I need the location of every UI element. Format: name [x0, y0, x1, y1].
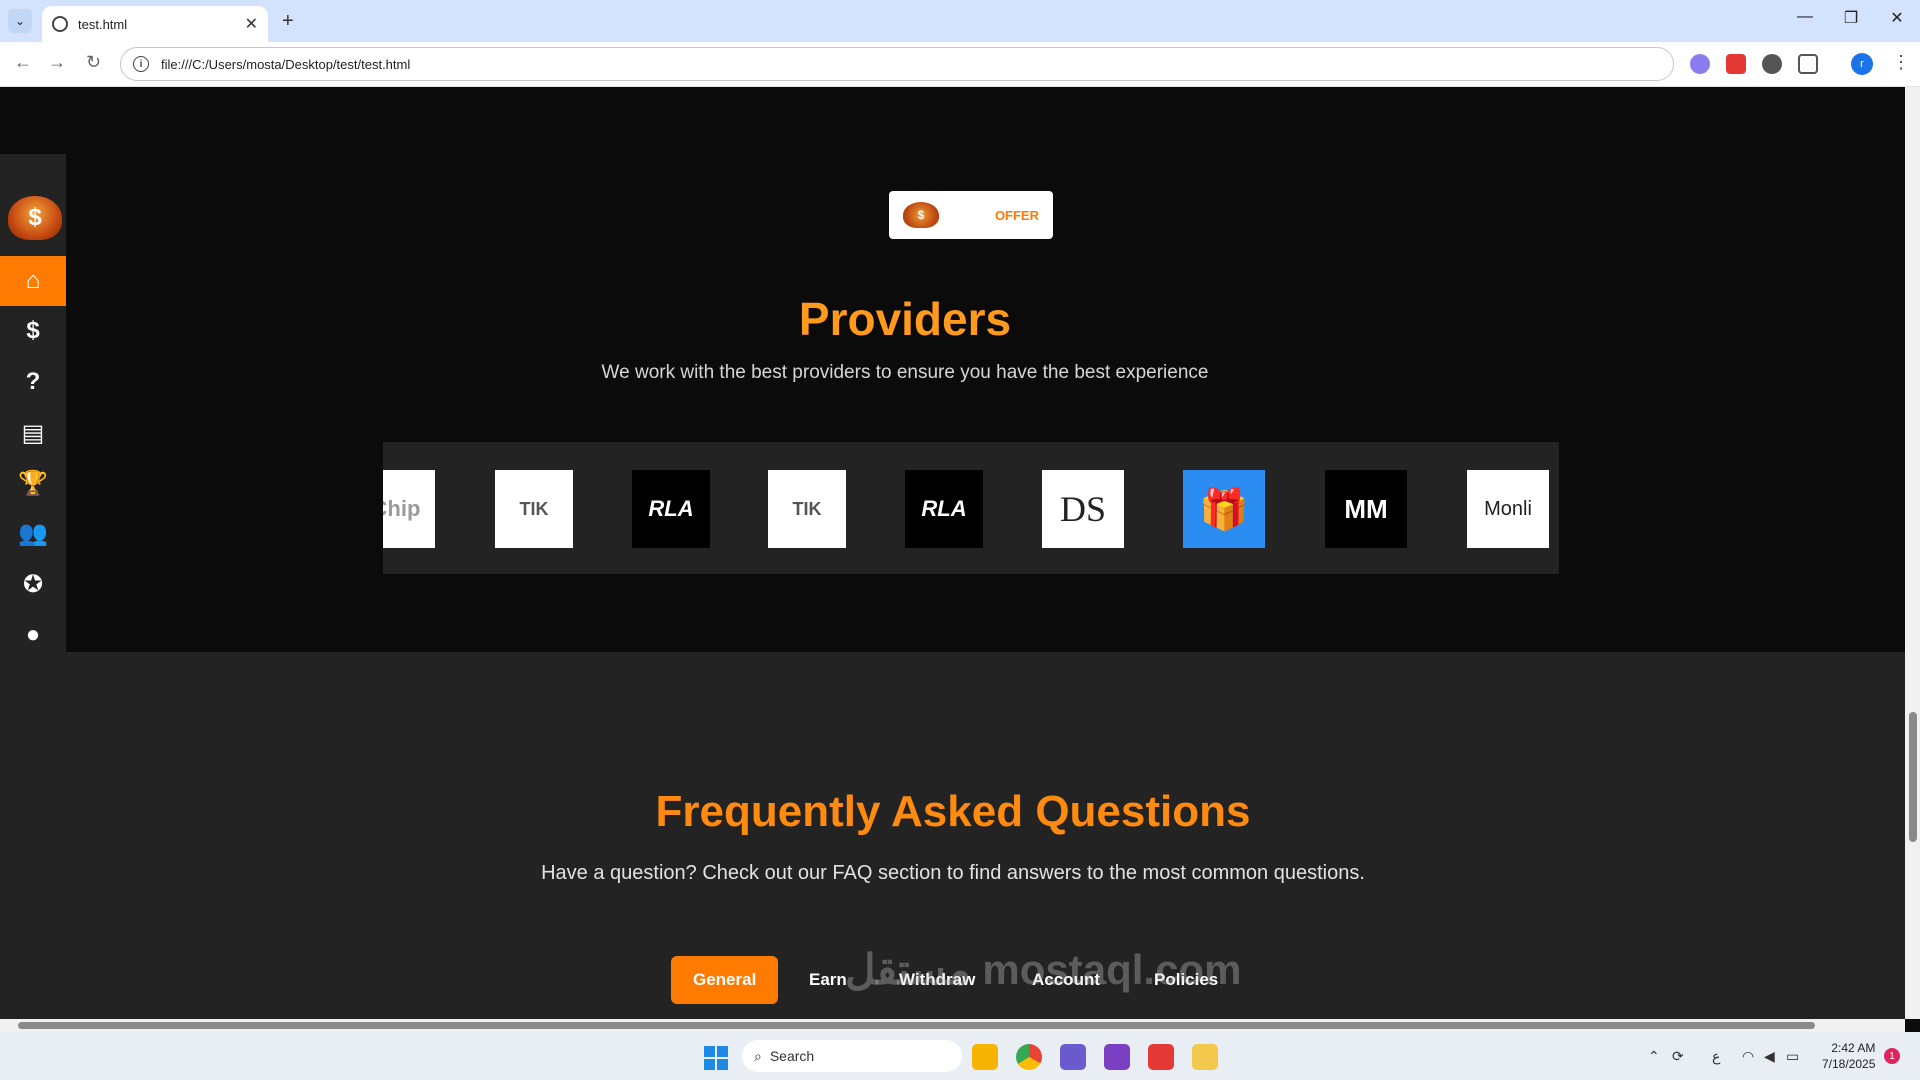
rla-logo[interactable]: RLA: [905, 470, 983, 548]
clock-date: 7/18/2025: [1822, 1057, 1876, 1071]
vertical-scrollbar[interactable]: [1905, 87, 1920, 1019]
chevron-up-icon[interactable]: ⌃: [1648, 1048, 1660, 1065]
reload-button[interactable]: ↻: [86, 52, 101, 73]
menu-kebab-icon[interactable]: ⋮: [1892, 52, 1910, 73]
new-tab-button[interactable]: +: [282, 10, 294, 33]
horizontal-scroll-thumb[interactable]: [18, 1022, 1815, 1029]
sidebar: $ ⌂ $ ? ▤ 🏆 👥 ✪ ●: [0, 154, 66, 1019]
sync-icon[interactable]: ⟳: [1672, 1048, 1684, 1065]
extension-icon[interactable]: [1762, 54, 1782, 74]
tik-logo[interactable]: TIK: [495, 470, 573, 548]
monli-logo[interactable]: Monli: [1467, 470, 1549, 548]
horizontal-scrollbar[interactable]: [0, 1019, 1905, 1032]
wps-office-icon[interactable]: [1148, 1044, 1174, 1070]
gift-logo[interactable]: 🎁: [1183, 470, 1265, 548]
notification-badge[interactable]: 1: [1884, 1048, 1900, 1064]
cash-register-icon[interactable]: ▤: [0, 408, 66, 458]
browser-tab-bar: ⌄ test.html ✕ + — ❐ ✕: [0, 0, 1920, 42]
visual-studio-icon[interactable]: [1104, 1044, 1130, 1070]
tab-search-button[interactable]: ⌄: [8, 9, 32, 33]
snipping-tool-icon[interactable]: [1192, 1044, 1218, 1070]
address-bar[interactable]: i file:///C:/Users/mosta/Desktop/test/te…: [120, 47, 1674, 81]
system-clock[interactable]: 2:42 AM 7/18/2025: [1822, 1040, 1875, 1072]
close-window-button[interactable]: ✕: [1874, 8, 1920, 28]
providers-carousel: Chip TIK RLA TIK RLA DS 🎁 MM Monli: [383, 442, 1559, 574]
chrome-icon[interactable]: [1016, 1044, 1042, 1070]
language-indicator[interactable]: ع: [1712, 1048, 1720, 1065]
globe-icon: [52, 16, 68, 32]
extension-icon[interactable]: [1726, 54, 1746, 74]
search-icon: ⌕: [754, 1047, 762, 1064]
profile-avatar[interactable]: r: [1851, 53, 1873, 75]
windows-start-icon[interactable]: [704, 1046, 728, 1070]
trophy-icon[interactable]: 🏆: [0, 458, 66, 508]
site-logo[interactable]: $: [8, 196, 62, 240]
minimize-button[interactable]: —: [1782, 8, 1828, 26]
visual-studio-code-icon[interactable]: [1060, 1044, 1086, 1070]
taskbar-search[interactable]: ⌕ Search: [742, 1040, 962, 1072]
volume-icon[interactable]: ◀: [1764, 1048, 1775, 1065]
faq-tab-general[interactable]: General: [671, 956, 779, 1004]
clock-time: 2:42 AM: [1831, 1041, 1876, 1055]
providers-subtitle: We work with the best providers to ensur…: [601, 362, 1209, 383]
home-icon[interactable]: ⌂: [0, 256, 66, 306]
extensions-puzzle-icon[interactable]: [1798, 54, 1818, 74]
tik-logo[interactable]: TIK: [768, 470, 846, 548]
wifi-icon[interactable]: ◠: [1742, 1048, 1754, 1065]
windows-taskbar: ⌕ Search ⌃ ⟳ ع ◠ ◀ ▭ 2:42 AM 7/18/2025 1: [0, 1032, 1920, 1080]
mm-logo[interactable]: MM: [1325, 470, 1407, 548]
dollar-icon[interactable]: $: [0, 306, 66, 356]
clipboard-question-icon[interactable]: ?: [0, 357, 66, 407]
award-icon[interactable]: ✪: [0, 559, 66, 609]
file-explorer-icon[interactable]: [972, 1044, 998, 1070]
forward-button[interactable]: →: [48, 52, 66, 73]
back-button[interactable]: ←: [14, 52, 32, 73]
browser-tab[interactable]: test.html ✕: [42, 6, 268, 42]
battery-icon[interactable]: ▭: [1786, 1048, 1799, 1065]
faq-subtitle: Have a question? Check out our FAQ secti…: [541, 862, 1365, 884]
page-viewport: $ OFFER Providers We work with the best …: [0, 87, 1905, 1019]
close-tab-icon[interactable]: ✕: [245, 14, 258, 34]
ds-logo[interactable]: DS: [1042, 470, 1124, 548]
user-circle-icon[interactable]: ●: [0, 610, 66, 660]
taskbar-search-label: Search: [769, 1048, 815, 1064]
site-info-icon[interactable]: i: [133, 56, 149, 72]
vertical-scroll-thumb[interactable]: [1909, 712, 1917, 842]
offer-card[interactable]: $ OFFER: [889, 191, 1053, 239]
offer-label: OFFER: [994, 207, 1039, 223]
restore-button[interactable]: ❐: [1828, 8, 1874, 28]
watermark: مستقل mostaql.com: [845, 946, 1242, 993]
providers-section: $ OFFER Providers We work with the best …: [66, 87, 1905, 652]
providers-title: Providers: [798, 293, 1012, 345]
faq-title: Frequently Asked Questions: [655, 787, 1251, 836]
chip-logo[interactable]: Chip: [383, 470, 435, 548]
browser-toolbar: ← → ↻ i file:///C:/Users/mosta/Desktop/t…: [0, 42, 1920, 87]
rla-logo[interactable]: RLA: [632, 470, 710, 548]
extension-icon[interactable]: [1690, 54, 1710, 74]
tab-title: test.html: [78, 16, 128, 32]
url-text: file:///C:/Users/mosta/Desktop/test/test…: [161, 56, 411, 72]
offer-logo: $: [903, 202, 939, 228]
users-icon[interactable]: 👥: [0, 508, 66, 558]
